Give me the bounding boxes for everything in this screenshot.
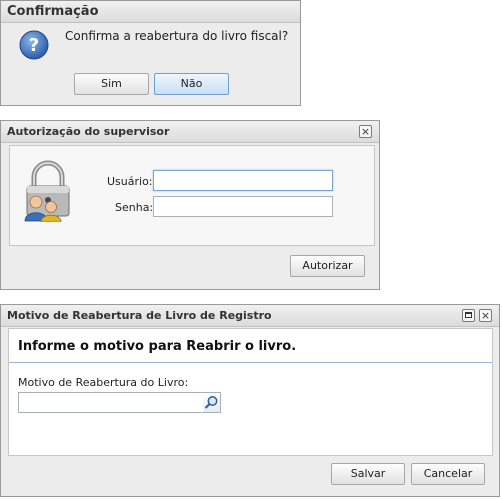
question-icon: ? xyxy=(19,30,49,60)
confirmation-dialog: Confirmação ? Confirma a reabertura do l… xyxy=(0,0,301,106)
reopen-reason-dialog: Motivo de Reabertura de Livro de Registr… xyxy=(0,304,500,497)
reason-heading: Informe o motivo para Reabrir o livro. xyxy=(18,339,297,354)
search-icon[interactable] xyxy=(203,392,221,413)
reason-field-label: Motivo de Reabertura do Livro: xyxy=(18,376,189,389)
password-input[interactable] xyxy=(153,196,333,217)
reason-content: Informe o motivo para Reabrir o livro. M… xyxy=(8,328,493,456)
confirmation-message: Confirma a reabertura do livro fiscal? xyxy=(65,29,289,43)
username-input[interactable] xyxy=(153,170,333,191)
yes-button[interactable]: Sim xyxy=(74,73,149,95)
confirmation-title: Confirmação xyxy=(1,1,300,23)
close-icon[interactable]: × xyxy=(479,309,492,322)
lock-users-icon xyxy=(22,160,74,223)
cancel-button[interactable]: Cancelar xyxy=(411,463,485,485)
no-button[interactable]: Não xyxy=(154,73,229,95)
password-label: Senha: xyxy=(115,201,154,214)
auth-panel: Usuário: Senha: xyxy=(9,145,375,246)
save-button[interactable]: Salvar xyxy=(331,463,405,485)
supervisor-auth-dialog: Autorização do supervisor × Usuário: Sen… xyxy=(0,120,380,290)
svg-text:?: ? xyxy=(29,35,39,56)
maximize-icon[interactable] xyxy=(462,309,475,322)
auth-title: Autorização do supervisor xyxy=(1,121,379,143)
authorize-button[interactable]: Autorizar xyxy=(290,255,365,277)
reason-title: Motivo de Reabertura de Livro de Registr… xyxy=(1,305,499,327)
reason-heading-divider xyxy=(9,362,492,363)
username-label: Usuário: xyxy=(107,175,153,188)
close-icon[interactable]: × xyxy=(359,125,372,138)
reason-input[interactable] xyxy=(18,392,204,413)
